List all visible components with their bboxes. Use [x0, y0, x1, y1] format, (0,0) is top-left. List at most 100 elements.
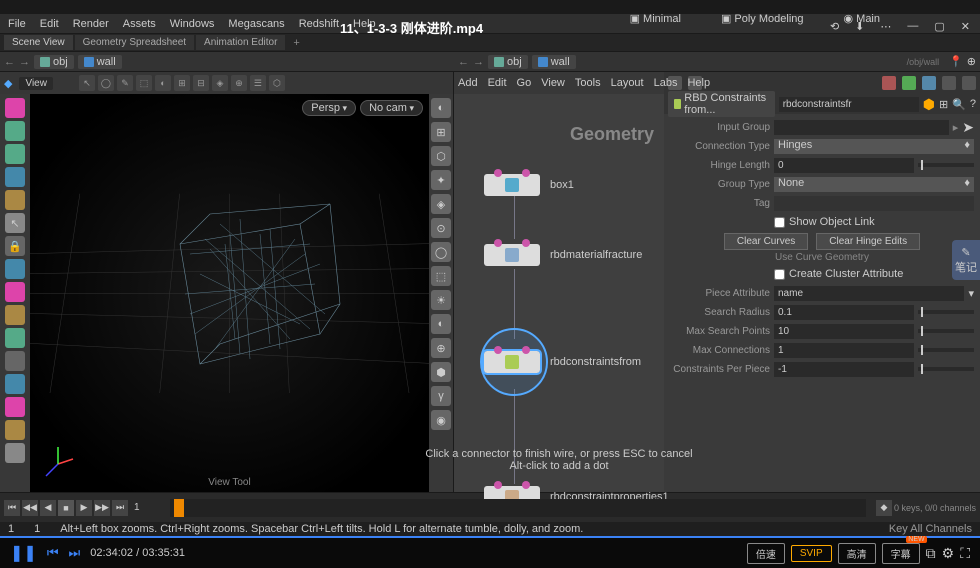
menu-edit[interactable]: Edit: [40, 18, 59, 30]
create-cluster-checkbox[interactable]: Create Cluster Attribute: [774, 268, 903, 280]
menu-add[interactable]: Add: [458, 77, 478, 89]
pin-icon[interactable]: 📍: [949, 55, 963, 68]
tool-icon[interactable]: [5, 351, 25, 371]
tab-animation[interactable]: Animation Editor: [196, 35, 285, 50]
display-icon[interactable]: γ: [431, 386, 451, 406]
maximize-icon[interactable]: ▢: [934, 20, 944, 33]
group-select-icon[interactable]: ▸: [953, 121, 959, 134]
per-piece-input[interactable]: [774, 362, 914, 377]
tool-icon[interactable]: ◐: [155, 75, 171, 91]
clear-curves-button[interactable]: Clear Curves: [724, 233, 808, 250]
brush-tool-icon[interactable]: ✎: [117, 75, 133, 91]
prev-button[interactable]: ⏮: [47, 545, 59, 561]
last-frame-button[interactable]: ⏭: [112, 500, 128, 516]
tool-icon[interactable]: ⊕: [231, 75, 247, 91]
search-icon[interactable]: 🔍: [952, 98, 966, 111]
more-icon[interactable]: ⋯: [880, 20, 891, 33]
prev-frame-button[interactable]: ◀◀: [22, 500, 38, 516]
download-icon[interactable]: ⬇: [855, 20, 864, 33]
tool-icon[interactable]: [5, 282, 25, 302]
play-reverse-button[interactable]: ◀: [40, 500, 56, 516]
node-name-input[interactable]: [779, 97, 919, 112]
tab-spreadsheet[interactable]: Geometry Spreadsheet: [75, 35, 194, 50]
pip-icon[interactable]: ⧉: [926, 545, 936, 562]
tool-icon[interactable]: [5, 443, 25, 463]
lasso-tool-icon[interactable]: ◯: [98, 75, 114, 91]
display-icon[interactable]: ◈: [431, 194, 451, 214]
node-constraints[interactable]: rbdconstraintsfrom: [484, 351, 641, 373]
input-group-field[interactable]: [774, 120, 949, 135]
tool-icon[interactable]: ⊟: [193, 75, 209, 91]
path-obj-2[interactable]: obj: [488, 55, 528, 69]
add-tab-icon[interactable]: +: [287, 37, 305, 49]
lock-icon[interactable]: 🔒: [5, 236, 25, 256]
settings-icon[interactable]: ⚙: [942, 545, 955, 562]
max-conn-slider[interactable]: [918, 348, 974, 352]
layout-poly[interactable]: ▣ Poly Modeling: [721, 12, 804, 25]
tool-icon[interactable]: [5, 328, 25, 348]
tab-scene-view[interactable]: Scene View: [4, 35, 73, 50]
menu-tools[interactable]: Tools: [575, 77, 601, 89]
menu-windows[interactable]: Windows: [170, 18, 215, 30]
path-wall-2[interactable]: wall: [532, 55, 576, 69]
arrow-icon[interactable]: ➤: [962, 119, 974, 136]
forward-icon[interactable]: →: [19, 56, 30, 68]
display-icon[interactable]: ⬡: [431, 146, 451, 166]
menu-layout[interactable]: Layout: [611, 77, 644, 89]
houdini-icon[interactable]: ⬢: [923, 96, 935, 113]
tool-icon[interactable]: ↖: [5, 213, 25, 233]
display-icon[interactable]: ☀: [431, 290, 451, 310]
menu-assets[interactable]: Assets: [123, 18, 156, 30]
max-conn-input[interactable]: [774, 343, 914, 358]
display-icon[interactable]: ⬢: [431, 362, 451, 382]
view-label[interactable]: View: [19, 77, 53, 90]
display-icon[interactable]: ◯: [431, 242, 451, 262]
tool-icon[interactable]: [5, 259, 25, 279]
key-button[interactable]: ◆: [876, 500, 892, 516]
playhead[interactable]: [174, 499, 184, 517]
tool-icon[interactable]: [5, 190, 25, 210]
tool-icon[interactable]: ◈: [212, 75, 228, 91]
svip-button[interactable]: SVIP: [791, 545, 832, 562]
show-link-checkbox[interactable]: Show Object Link: [774, 216, 875, 228]
next-frame-button[interactable]: ▶▶: [94, 500, 110, 516]
next-button[interactable]: ⏭: [69, 545, 81, 561]
max-search-input[interactable]: [774, 324, 914, 339]
display-icon[interactable]: ✦: [431, 170, 451, 190]
tool-icon[interactable]: [5, 420, 25, 440]
dropdown-icon[interactable]: ▾: [968, 287, 974, 300]
search-radius-slider[interactable]: [918, 310, 974, 314]
menu-file[interactable]: File: [8, 18, 26, 30]
max-search-slider[interactable]: [918, 329, 974, 333]
path-wall[interactable]: wall: [78, 55, 122, 69]
search-radius-input[interactable]: [774, 305, 914, 320]
display-icon[interactable]: ⊙: [431, 218, 451, 238]
menu-redshift[interactable]: Redshift: [299, 18, 339, 30]
display-icon[interactable]: ⊕: [431, 338, 451, 358]
path-obj[interactable]: obj: [34, 55, 74, 69]
frame-input[interactable]: [130, 500, 160, 515]
node-box1[interactable]: box1: [484, 174, 574, 196]
flag-icon[interactable]: [922, 76, 936, 90]
gear-icon[interactable]: [942, 76, 956, 90]
display-icon[interactable]: ◐: [431, 314, 451, 334]
tool-icon[interactable]: [5, 98, 25, 118]
menu-help[interactable]: Help: [687, 77, 710, 89]
tool-icon[interactable]: [5, 305, 25, 325]
per-piece-slider[interactable]: [918, 367, 974, 371]
menu-render[interactable]: Render: [73, 18, 109, 30]
pause-button[interactable]: ❚❚: [10, 543, 37, 563]
display-icon[interactable]: ◉: [431, 410, 451, 430]
tool-icon[interactable]: ⬡: [269, 75, 285, 91]
minimize-icon[interactable]: —: [907, 20, 918, 33]
tool-icon[interactable]: [5, 374, 25, 394]
menu-go[interactable]: Go: [517, 77, 532, 89]
hinge-length-input[interactable]: [774, 158, 914, 173]
notes-button[interactable]: ✎ 笔记: [952, 240, 980, 280]
help-icon[interactable]: ?: [970, 98, 976, 110]
timeline-track[interactable]: [170, 499, 866, 517]
piece-attr-input[interactable]: [774, 286, 964, 301]
forward-icon[interactable]: →: [473, 56, 484, 68]
share-icon[interactable]: ⟲: [830, 20, 839, 33]
play-button[interactable]: ▶: [76, 500, 92, 516]
